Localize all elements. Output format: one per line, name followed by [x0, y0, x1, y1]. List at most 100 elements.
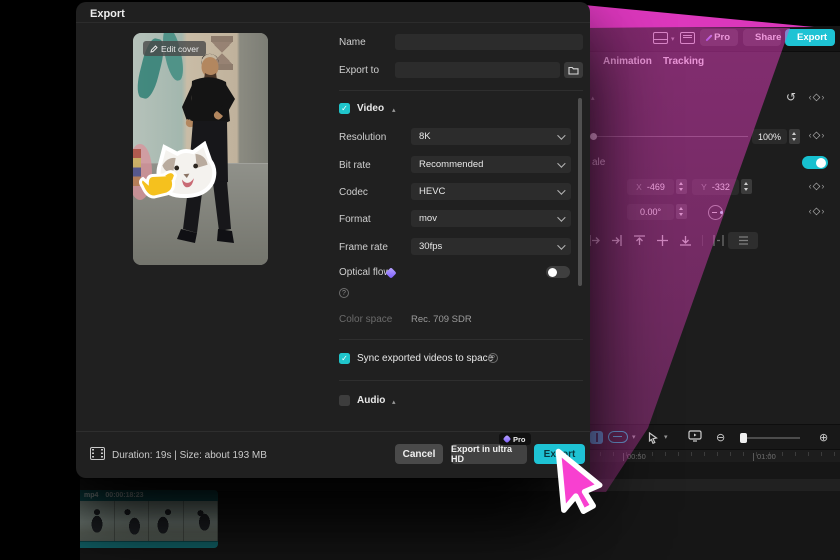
format-select[interactable]: mov [411, 210, 571, 227]
align-bottom-icon[interactable] [679, 234, 692, 247]
help-icon[interactable]: ? [488, 353, 498, 363]
chevron-down-icon[interactable]: ▾ [632, 433, 636, 441]
distribute-vertical-icon[interactable] [737, 234, 750, 247]
chevron-down-icon [557, 130, 566, 140]
bitrate-select[interactable]: Recommended [411, 156, 571, 173]
scale-stepper[interactable] [789, 129, 800, 144]
divider [339, 339, 583, 340]
dialog-titlebar [76, 2, 590, 23]
color-space-label: Color space [339, 314, 393, 325]
footer-divider [76, 431, 590, 432]
gem-icon [705, 33, 713, 42]
zoom-slider-knob[interactable] [740, 433, 747, 443]
thumbnail [183, 501, 218, 541]
align-top-icon[interactable] [633, 234, 646, 247]
optical-flow-toggle[interactable] [546, 266, 570, 278]
divider [339, 380, 583, 381]
film-icon [90, 447, 105, 460]
zoom-out-icon[interactable]: ⊖ [716, 431, 725, 444]
preview-clip-icon[interactable] [688, 429, 702, 445]
toolbar-divider [702, 235, 703, 246]
tab-animation[interactable]: Animation [603, 56, 652, 67]
zoom-in-icon[interactable]: ⊕ [819, 431, 828, 444]
edit-cover-button[interactable]: Edit cover [143, 41, 206, 56]
keyframe-nav[interactable]: ‹◇› [804, 92, 830, 103]
cancel-button[interactable]: Cancel [395, 444, 443, 464]
rotation-box[interactable]: 0.00° [627, 204, 674, 220]
keyframe-nav[interactable]: ‹◇› [804, 181, 830, 192]
codec-select[interactable]: HEVC [411, 183, 571, 200]
audio-checkbox[interactable]: ✓ [339, 395, 350, 406]
align-center-icon[interactable] [656, 234, 669, 247]
video-section-label: Video [357, 103, 385, 114]
audio-section-label: Audio [357, 395, 386, 406]
chevron-down-icon[interactable]: ▾ [664, 433, 668, 441]
collapse-audio-icon[interactable]: ▴ [392, 398, 396, 406]
uniform-scale-toggle[interactable] [802, 156, 828, 169]
toggle-knob [816, 157, 826, 168]
clip-label: mp4 00:00:18:23 [80, 490, 218, 501]
pro-button[interactable]: Pro [700, 29, 738, 46]
toggle-knob [548, 267, 557, 277]
export-to-input[interactable] [395, 62, 560, 78]
pro-button-label: Pro [714, 32, 730, 43]
divider [339, 90, 583, 91]
header-export-button[interactable]: Export [785, 29, 835, 46]
gem-icon [502, 434, 512, 444]
framerate-value: 30fps [419, 241, 443, 252]
collapse-video-icon[interactable]: ▴ [392, 106, 396, 114]
browse-folder-button[interactable] [564, 62, 583, 78]
scale-slider-knob[interactable] [590, 133, 597, 140]
keyframe-nav[interactable]: ‹◇› [804, 130, 830, 141]
help-icon[interactable]: ? [339, 288, 349, 298]
y-label: Y [701, 182, 707, 192]
format-value: mov [419, 213, 437, 224]
rotation-dial[interactable] [708, 205, 723, 220]
keyframe-nav[interactable]: ‹◇› [804, 206, 830, 217]
tab-tracking[interactable]: Tracking [663, 56, 704, 67]
scale-value-box[interactable]: 100% [752, 129, 787, 144]
header-export-label: Export [797, 32, 828, 43]
link-clips-icon[interactable] [608, 431, 628, 443]
scale-value: 100% [757, 131, 782, 142]
align-right-icon[interactable] [610, 234, 623, 247]
sync-checkbox[interactable]: ✓ [339, 353, 350, 364]
distribute-horizontal-icon[interactable] [712, 234, 725, 247]
zoom-slider-track[interactable] [740, 437, 800, 439]
edit-cover-label: Edit cover [161, 43, 199, 54]
dialog-title: Export [90, 8, 125, 20]
clip-format: mp4 [84, 492, 99, 499]
folder-icon [568, 66, 579, 75]
rotation-stepper[interactable] [676, 204, 687, 219]
clip-thumbnails [80, 501, 218, 541]
y-stepper[interactable] [741, 179, 752, 194]
reset-icon[interactable]: ↺ [786, 90, 796, 104]
dialog-scrollbar[interactable] [578, 98, 582, 286]
video-checkbox[interactable]: ✓ [339, 103, 350, 114]
framerate-select[interactable]: 30fps [411, 238, 571, 255]
x-position-box[interactable]: X -469 [627, 179, 674, 195]
scale-slider-track[interactable] [592, 136, 748, 137]
export-dialog: Export Edit cover Name Export to ✓ Video… [76, 2, 590, 478]
snap-toggle-icon[interactable] [590, 431, 603, 444]
select-tool-icon[interactable] [648, 431, 658, 445]
screenshot-stage: ▾ Pro Share Export Animation Tracking ▴ … [0, 0, 840, 560]
chevron-down-icon [557, 185, 566, 195]
framerate-label: Frame rate [339, 242, 388, 253]
video-clip[interactable]: mp4 00:00:18:23 [80, 490, 218, 548]
resolution-select[interactable]: 8K [411, 128, 571, 145]
share-button[interactable]: Share [743, 29, 781, 46]
rotation-value: 0.00° [639, 207, 662, 217]
layout-preview-icon[interactable] [653, 32, 668, 44]
chevron-down-icon[interactable]: ▾ [671, 35, 675, 43]
optical-flow-label: Optical flow [339, 267, 391, 278]
export-ultra-hd-button[interactable]: Export in ultra HD [451, 444, 527, 464]
section-collapse-icon[interactable]: ▴ [591, 94, 595, 102]
y-position-box[interactable]: Y -332 [692, 179, 739, 195]
x-stepper[interactable] [676, 179, 687, 194]
name-input[interactable] [395, 34, 583, 50]
bitrate-label: Bit rate [339, 160, 371, 171]
chevron-down-icon [557, 240, 566, 250]
layout-panels-icon[interactable] [680, 32, 695, 44]
sync-label: Sync exported videos to space [357, 353, 494, 364]
